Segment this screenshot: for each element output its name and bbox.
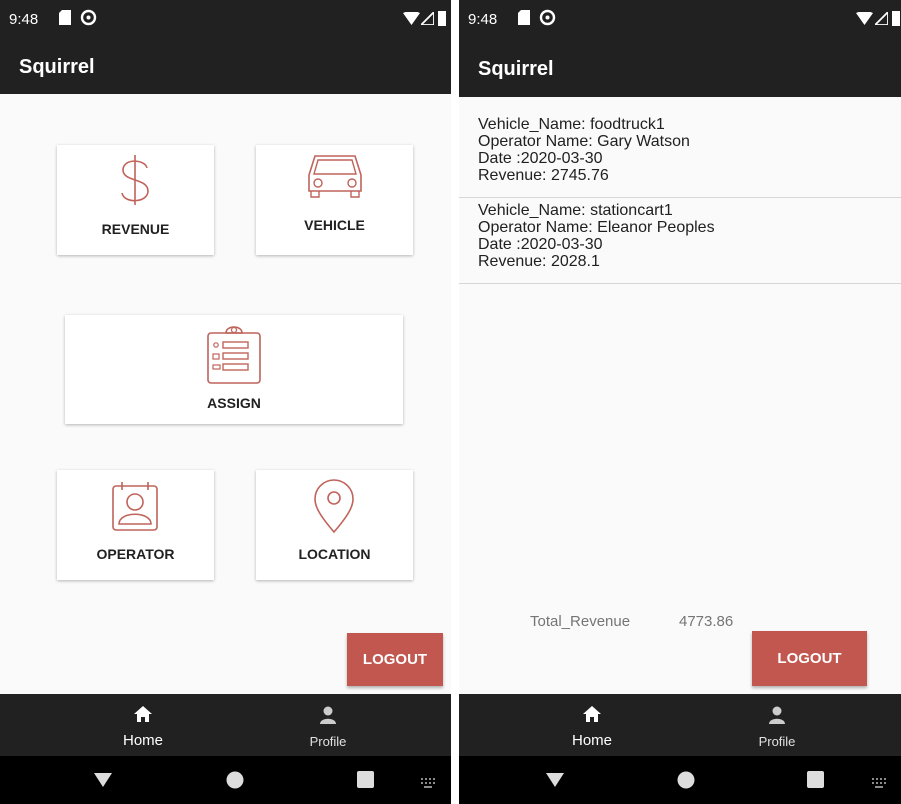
signal-icon	[875, 12, 888, 25]
keyboard-button[interactable]	[420, 775, 436, 793]
keyboard-icon	[872, 778, 886, 788]
entry-operator: Operator Name: Eleanor Peoples	[478, 219, 715, 236]
recents-button[interactable]	[357, 771, 374, 793]
entry-revenue: Revenue: 2028.1	[478, 253, 600, 270]
entry-vehicle: Vehicle_Name: foodtruck1	[478, 116, 665, 133]
sync-icon	[539, 9, 556, 26]
status-bar: 9:48	[459, 0, 901, 40]
clipboard-icon	[207, 326, 261, 384]
revenue-screen: 9:48 Squirrel Vehicle_Name: foodtruck1 O…	[459, 0, 901, 804]
back-icon	[94, 773, 112, 787]
system-nav-bar	[0, 756, 451, 804]
nav-home-label: Home	[122, 732, 163, 749]
revenue-entry[interactable]: Vehicle_Name: stationcart1 Operator Name…	[459, 199, 901, 284]
app-bar: Squirrel	[459, 40, 901, 97]
bottom-nav: Home Profile	[0, 694, 451, 756]
vehicle-card-label: VEHICLE	[304, 217, 365, 233]
keyboard-button[interactable]	[871, 775, 887, 793]
system-nav-bar	[459, 756, 901, 804]
home-icon	[583, 706, 601, 722]
car-icon	[308, 155, 362, 198]
status-time: 9:48	[9, 11, 39, 28]
back-button[interactable]	[94, 773, 112, 792]
nav-home-label: Home	[571, 732, 612, 749]
back-icon	[546, 773, 564, 787]
entry-operator: Operator Name: Gary Watson	[478, 133, 690, 150]
battery-icon	[438, 11, 446, 26]
recents-icon	[357, 771, 374, 788]
bottom-nav: Home Profile	[459, 694, 901, 756]
home-circle-icon	[226, 771, 244, 789]
sd-card-icon	[518, 10, 530, 25]
home-circle-icon	[677, 771, 695, 789]
nav-profile-label: Profile	[309, 734, 347, 749]
home-icon	[134, 706, 152, 722]
home-system-button[interactable]	[226, 771, 244, 794]
signal-icon	[421, 12, 434, 25]
nav-home[interactable]: Home	[522, 694, 662, 756]
recents-button[interactable]	[807, 771, 824, 793]
total-revenue-label: Total_Revenue	[530, 613, 631, 630]
operator-card-label: OPERATOR	[96, 546, 175, 562]
revenue-entry[interactable]: Vehicle_Name: foodtruck1 Operator Name: …	[459, 115, 901, 198]
wifi-icon	[856, 12, 873, 25]
location-card[interactable]: LOCATION	[256, 470, 413, 580]
assign-card-label: ASSIGN	[207, 395, 261, 411]
keyboard-icon	[421, 778, 435, 788]
entry-date: Date :2020-03-30	[478, 150, 603, 167]
status-bar: 9:48	[0, 0, 451, 40]
map-pin-icon	[314, 479, 354, 534]
home-screen: 9:48 Squirrel REVENUE VEHICLE ASSIGN OPE…	[0, 0, 451, 804]
entry-revenue: Revenue: 2745.76	[478, 167, 609, 184]
wifi-icon	[403, 12, 420, 25]
logout-button[interactable]: LOGOUT	[752, 631, 867, 686]
vehicle-card[interactable]: VEHICLE	[256, 145, 413, 255]
nav-profile[interactable]: Profile	[258, 694, 398, 756]
location-card-label: LOCATION	[298, 546, 371, 562]
entry-vehicle: Vehicle_Name: stationcart1	[478, 202, 673, 219]
dollar-icon	[121, 155, 149, 205]
status-time: 9:48	[468, 11, 498, 28]
revenue-card-label: REVENUE	[101, 221, 170, 237]
nav-profile-label: Profile	[758, 734, 796, 749]
person-icon	[320, 706, 336, 724]
app-title: Squirrel	[478, 58, 554, 80]
person-icon	[769, 706, 785, 724]
home-system-button[interactable]	[677, 771, 695, 794]
revenue-card[interactable]: REVENUE	[57, 145, 214, 255]
sync-icon	[80, 9, 97, 26]
battery-icon	[892, 11, 900, 26]
entry-date: Date :2020-03-30	[478, 236, 603, 253]
recents-icon	[807, 771, 824, 788]
assign-card[interactable]: ASSIGN	[65, 315, 403, 424]
operator-card[interactable]: OPERATOR	[57, 470, 214, 580]
back-button[interactable]	[546, 773, 564, 792]
nav-home[interactable]: Home	[73, 694, 213, 756]
logout-button[interactable]: LOGOUT	[347, 633, 443, 686]
app-bar: Squirrel	[0, 40, 451, 94]
app-title: Squirrel	[19, 56, 95, 78]
total-revenue-value: 4773.86	[679, 613, 734, 630]
nav-profile[interactable]: Profile	[707, 694, 847, 756]
id-badge-icon	[112, 482, 158, 531]
sd-card-icon	[59, 10, 71, 25]
